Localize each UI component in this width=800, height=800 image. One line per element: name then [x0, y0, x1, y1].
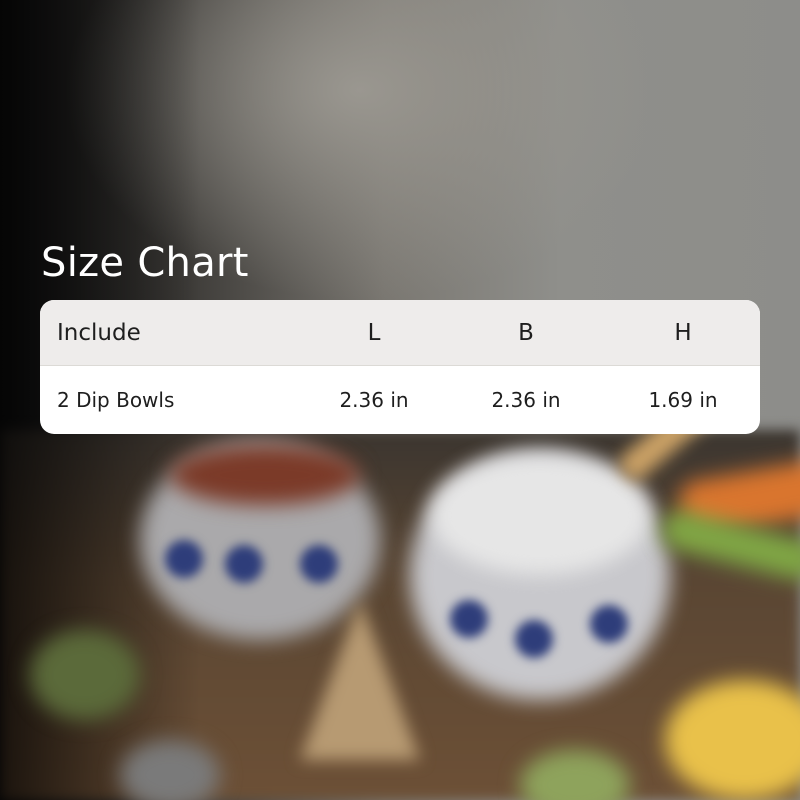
- length-cell: 2.36 in: [339, 388, 409, 412]
- table-row: 2 Dip Bowls 2.36 in 2.36 in 1.69 in: [40, 366, 760, 434]
- column-header-height: H: [674, 319, 692, 346]
- size-chart-table: Include L B H 2 Dip Bowls 2.36 in 2.36 i…: [40, 300, 760, 434]
- page-title: Size Chart: [41, 240, 249, 286]
- bowl-right-dip-image: [430, 455, 650, 575]
- column-header-breadth: B: [518, 319, 534, 346]
- table-header-row: Include L B H: [40, 300, 760, 366]
- item-name-cell: 2 Dip Bowls: [57, 388, 175, 412]
- cracker-image: [300, 600, 420, 760]
- bowl-pattern-dot: [165, 540, 203, 578]
- bowl-pattern-dot: [225, 545, 263, 583]
- bowl-pattern-dot: [515, 620, 553, 658]
- bowl-left-dip-image: [170, 445, 360, 505]
- height-cell: 1.69 in: [648, 388, 718, 412]
- column-header-include: Include: [57, 319, 141, 346]
- bowl-pattern-dot: [590, 605, 628, 643]
- bowl-pattern-dot: [300, 545, 338, 583]
- breadth-cell: 2.36 in: [491, 388, 561, 412]
- green-dip-image: [30, 630, 140, 720]
- column-header-length: L: [367, 319, 381, 346]
- bowl-pattern-dot: [450, 600, 488, 638]
